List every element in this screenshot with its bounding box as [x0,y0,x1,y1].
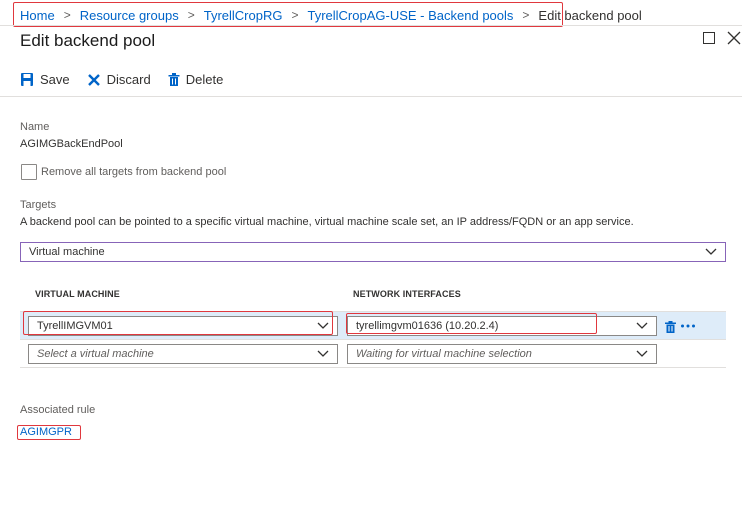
nic-select-dropdown[interactable]: Waiting for virtual machine selection [347,344,657,364]
vm-value: TyrellIMGVM01 [37,320,113,332]
associated-rule-label: Associated rule [20,404,96,416]
table-bottom-divider [20,367,726,368]
breadcrumb-separator-icon: > [187,8,195,22]
maximize-icon[interactable] [701,30,717,46]
targets-description: A backend pool can be pointed to a speci… [20,216,634,228]
breadcrumb-resource-group[interactable]: TyrellCropRG [204,8,283,23]
more-icon[interactable] [680,319,696,337]
delete-icon [168,73,180,86]
breadcrumb-separator-icon: > [291,8,299,22]
trash-icon[interactable] [665,320,676,338]
breadcrumb-current: Edit backend pool [538,7,642,23]
save-label: Save [40,72,70,87]
save-icon [21,73,33,86]
nic-value: tyrellimgvm01636 (10.20.2.4) [356,320,499,332]
breadcrumb-backend-pools[interactable]: TyrellCropAG-USE - Backend pools [307,8,513,23]
associated-rule-link[interactable]: AGIMGPR [20,426,72,438]
discard-button[interactable]: Discard [87,72,151,87]
targets-label: Targets [20,199,57,211]
remove-targets-checkbox[interactable] [21,164,37,180]
header-divider [0,25,742,26]
column-header-virtual-machine: VIRTUAL MACHINE [35,289,120,299]
chevron-down-icon [317,350,329,357]
delete-button[interactable]: Delete [168,72,224,87]
breadcrumb-home[interactable]: Home [20,8,55,23]
command-bar: Save Discard Delete [20,72,240,87]
breadcrumb-separator-icon: > [522,8,530,22]
chevron-down-icon [705,248,717,255]
target-type-dropdown[interactable]: Virtual machine [20,242,726,262]
delete-label: Delete [185,72,224,87]
vm-dropdown[interactable]: TyrellIMGVM01 [28,316,338,336]
chevron-down-icon [636,322,648,329]
remove-targets-label: Remove all targets from backend pool [41,166,227,178]
page-title: Edit backend pool [20,31,156,50]
column-header-network-interfaces: NETWORK INTERFACES [353,289,461,299]
nic-placeholder: Waiting for virtual machine selection [356,348,532,360]
breadcrumb: Home > Resource groups > TyrellCropRG > … [20,6,642,24]
nic-dropdown[interactable]: tyrellimgvm01636 (10.20.2.4) [347,316,657,336]
save-button[interactable]: Save [20,72,70,87]
discard-label: Discard [106,72,151,87]
vm-select-dropdown[interactable]: Select a virtual machine [28,344,338,364]
vm-placeholder: Select a virtual machine [37,348,154,360]
chevron-down-icon [636,350,648,357]
name-value: AGIMGBackEndPool [20,138,123,150]
toolbar-divider [0,96,742,97]
breadcrumb-resource-groups[interactable]: Resource groups [80,8,179,23]
discard-icon [87,73,100,86]
chevron-down-icon [317,322,329,329]
row-divider [20,339,726,340]
close-icon[interactable] [726,30,742,46]
breadcrumb-separator-icon: > [63,8,71,22]
target-type-value: Virtual machine [29,246,105,258]
name-label: Name [20,121,50,133]
